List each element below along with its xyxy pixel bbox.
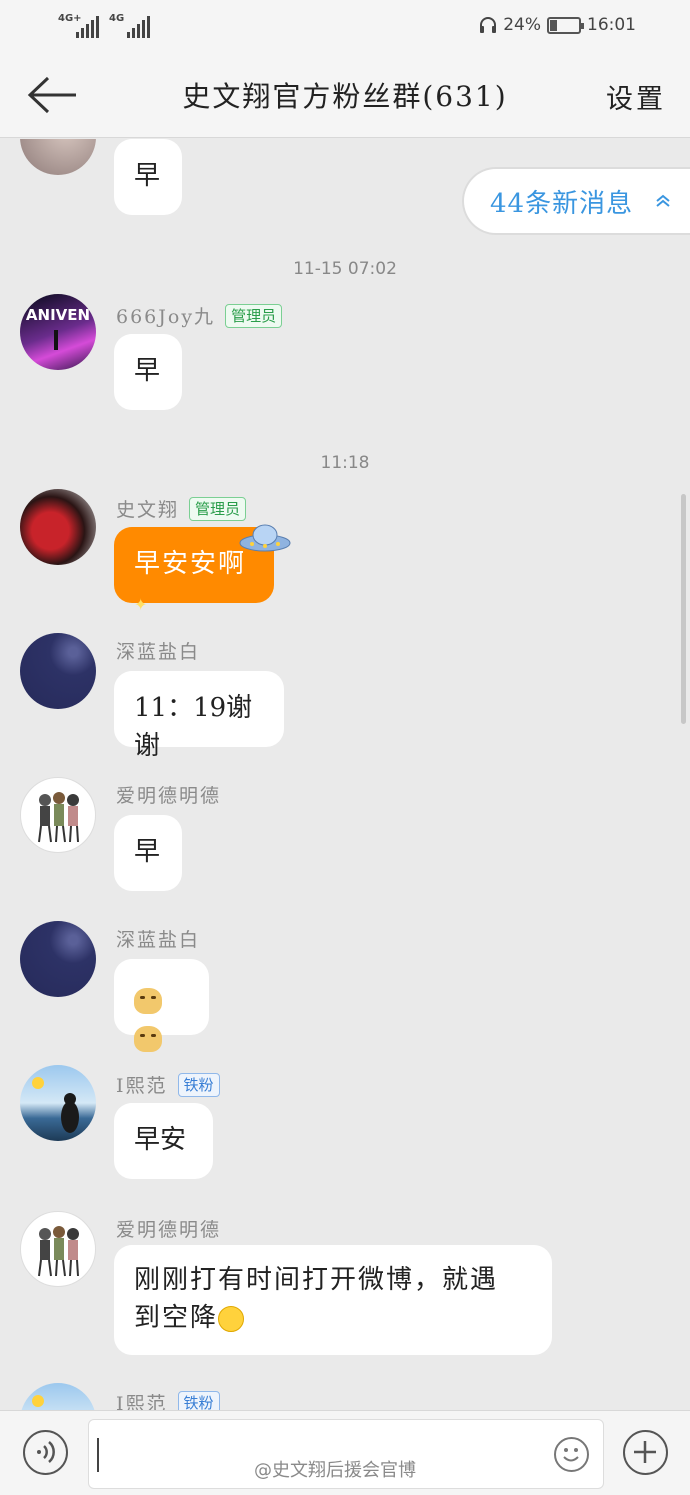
signal-icon: 4G [109, 14, 150, 38]
signal-indicators: 4G+ 4G [58, 14, 150, 38]
avatar[interactable] [20, 921, 96, 997]
sender-row: 666Joy九 管理员 [116, 302, 283, 329]
sender-name[interactable]: I熙范 [116, 1389, 168, 1410]
avatar-image [32, 1077, 79, 1133]
sender-row: I熙范 铁粉 [116, 1389, 220, 1410]
sender-name[interactable]: 爱明德明德 [116, 781, 221, 808]
message-bubble[interactable]: 早 [114, 334, 182, 410]
battery-percent: 24% [503, 15, 541, 35]
clock: 16:01 [587, 15, 636, 35]
smile-emoji-icon [218, 1306, 245, 1332]
battery-icon [547, 16, 584, 34]
avatar-image [38, 1226, 79, 1277]
avatar[interactable] [20, 777, 96, 853]
chat-title: 史文翔官方粉丝群(631) [182, 80, 508, 113]
doge-emoji-icon [134, 988, 162, 1014]
admin-badge: 管理员 [225, 303, 283, 328]
message-text-line: 到空降 [134, 1303, 219, 1333]
avatar[interactable] [20, 633, 96, 709]
new-messages-label: 44条新消息 [490, 188, 634, 219]
message-text-line-2: 到空降 [134, 1299, 532, 1337]
message-text: 早安安啊 [134, 549, 247, 579]
message-text-line: 刚刚打有时间打开微博，就遇 [134, 1265, 499, 1295]
double-chevron-up-icon [656, 194, 670, 207]
message-bubble[interactable]: 11：19谢谢 [114, 671, 284, 761]
message-bubble[interactable]: 刚刚打有时间打开微博，就遇 到空降 [114, 1245, 552, 1355]
message-bubble[interactable] [114, 959, 209, 1052]
sender-row: 爱明德明德 [116, 781, 221, 808]
sender-name[interactable]: 史文翔 [116, 495, 179, 522]
signal-label: 4G [109, 13, 125, 24]
sender-row: 史文翔 管理员 [116, 495, 247, 522]
sender-row: 深蓝盐白 [116, 925, 200, 952]
settings-button[interactable]: 设置 [606, 77, 666, 116]
avatar[interactable] [20, 489, 96, 565]
avatar[interactable] [20, 1065, 96, 1141]
doge-emoji-icon [134, 1026, 162, 1052]
headphones-icon [480, 17, 497, 33]
sender-name[interactable]: I熙范 [116, 1071, 168, 1098]
status-bar: 4G+ 4G 24% 16:01 [0, 0, 690, 55]
scrollbar[interactable] [681, 494, 686, 724]
signal-label: 4G+ [58, 13, 82, 24]
sender-row: I熙范 铁粉 [116, 1071, 220, 1098]
sender-name[interactable]: 深蓝盐白 [116, 637, 200, 664]
battery-fill [550, 19, 557, 31]
avatar[interactable] [20, 1383, 96, 1410]
avatar[interactable] [20, 1211, 96, 1287]
avatar-image [38, 792, 79, 843]
text-caret [97, 1438, 99, 1472]
ufo-bubble-decoration-icon [239, 524, 291, 552]
avatar[interactable]: ANIVEN [20, 294, 96, 370]
message-bubble[interactable]: 早安 [114, 1103, 213, 1179]
voice-button[interactable] [23, 1430, 68, 1475]
sender-row: 爱明德明德 [116, 1215, 221, 1242]
message-bubble[interactable]: 早 [114, 815, 182, 891]
fan-badge: 铁粉 [177, 1072, 220, 1097]
new-messages-button[interactable]: 44条新消息 [462, 167, 690, 235]
fan-badge: 铁粉 [177, 1390, 220, 1410]
timestamp: 11:18 [320, 453, 370, 473]
message-list[interactable]: 早 44条新消息 11-15 07:02 ANIVEN 666Joy九 管理员 … [0, 139, 690, 1410]
sender-name[interactable]: 深蓝盐白 [116, 925, 200, 952]
input-bar [0, 1410, 690, 1495]
sender-name[interactable]: 666Joy九 [116, 302, 215, 329]
svg-text:ANIVEN: ANIVEN [26, 306, 90, 324]
admin-badge: 管理员 [189, 496, 247, 521]
avatar-image: ANIVEN [26, 306, 90, 350]
sparkle-icon: ✦ [134, 595, 150, 614]
signal-icon: 4G+ [58, 14, 99, 38]
weibo-watermark: @史文翔后援会官博 [254, 1460, 416, 1481]
status-right: 24% 16:01 [479, 15, 636, 35]
sender-name[interactable]: 爱明德明德 [116, 1215, 221, 1242]
plus-icon [634, 1441, 656, 1463]
emoji-button[interactable] [554, 1437, 589, 1472]
avatar[interactable] [20, 139, 96, 175]
emoji-face-icon [563, 1448, 579, 1462]
message-bubble[interactable]: 早 [114, 139, 182, 215]
sender-row: 深蓝盐白 [116, 637, 200, 664]
nav-bar: 史文翔官方粉丝群(631) 设置 [0, 55, 690, 138]
avatar-image [32, 1395, 44, 1407]
voice-wave-icon [37, 1441, 55, 1463]
add-button[interactable] [623, 1430, 668, 1475]
timestamp: 11-15 07:02 [293, 259, 397, 279]
